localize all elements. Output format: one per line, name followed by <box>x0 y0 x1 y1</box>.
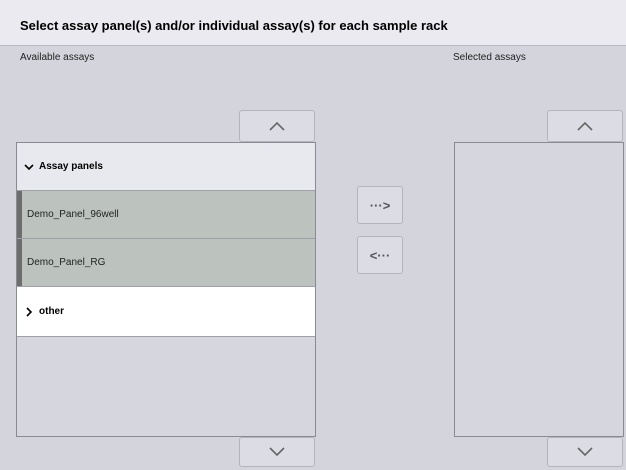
list-item-demo-panel-rg[interactable]: Demo_Panel_RG <box>17 239 315 287</box>
chevron-right-icon <box>26 306 33 317</box>
list-item-demo-panel-96well[interactable]: Demo_Panel_96well <box>17 191 315 239</box>
group-other[interactable]: other <box>17 287 315 337</box>
page-title: Select assay panel(s) and/or individual … <box>0 0 626 46</box>
group-label: Assay panels <box>39 161 103 172</box>
selection-marker <box>17 239 22 286</box>
list-item-label: Demo_Panel_RG <box>27 257 106 268</box>
chevron-down-icon <box>24 163 34 170</box>
chevron-up-icon <box>269 121 285 131</box>
add-arrow-icon: ···> <box>369 197 391 213</box>
chevron-down-icon <box>577 447 593 457</box>
available-assays-list[interactable]: Assay panels Demo_Panel_96well Demo_Pane… <box>16 142 316 437</box>
remove-assay-button[interactable]: <··· <box>357 236 403 274</box>
list-item-label: Demo_Panel_96well <box>27 209 119 220</box>
available-assays-label: Available assays <box>20 52 95 63</box>
selected-assays-label: Selected assays <box>453 52 526 63</box>
selected-scroll-up-button[interactable] <box>547 110 623 142</box>
selected-assays-list[interactable] <box>454 142 624 437</box>
add-assay-button[interactable]: ···> <box>357 186 403 224</box>
chevron-down-icon <box>269 447 285 457</box>
chevron-up-icon <box>577 121 593 131</box>
group-assay-panels[interactable]: Assay panels <box>17 143 315 191</box>
available-scroll-up-button[interactable] <box>239 110 315 142</box>
page-title-text: Select assay panel(s) and/or individual … <box>20 18 448 33</box>
available-scroll-down-button[interactable] <box>239 437 315 467</box>
remove-arrow-icon: <··· <box>369 247 391 263</box>
selection-marker <box>17 191 22 238</box>
selected-scroll-down-button[interactable] <box>547 437 623 467</box>
group-label: other <box>39 306 64 317</box>
